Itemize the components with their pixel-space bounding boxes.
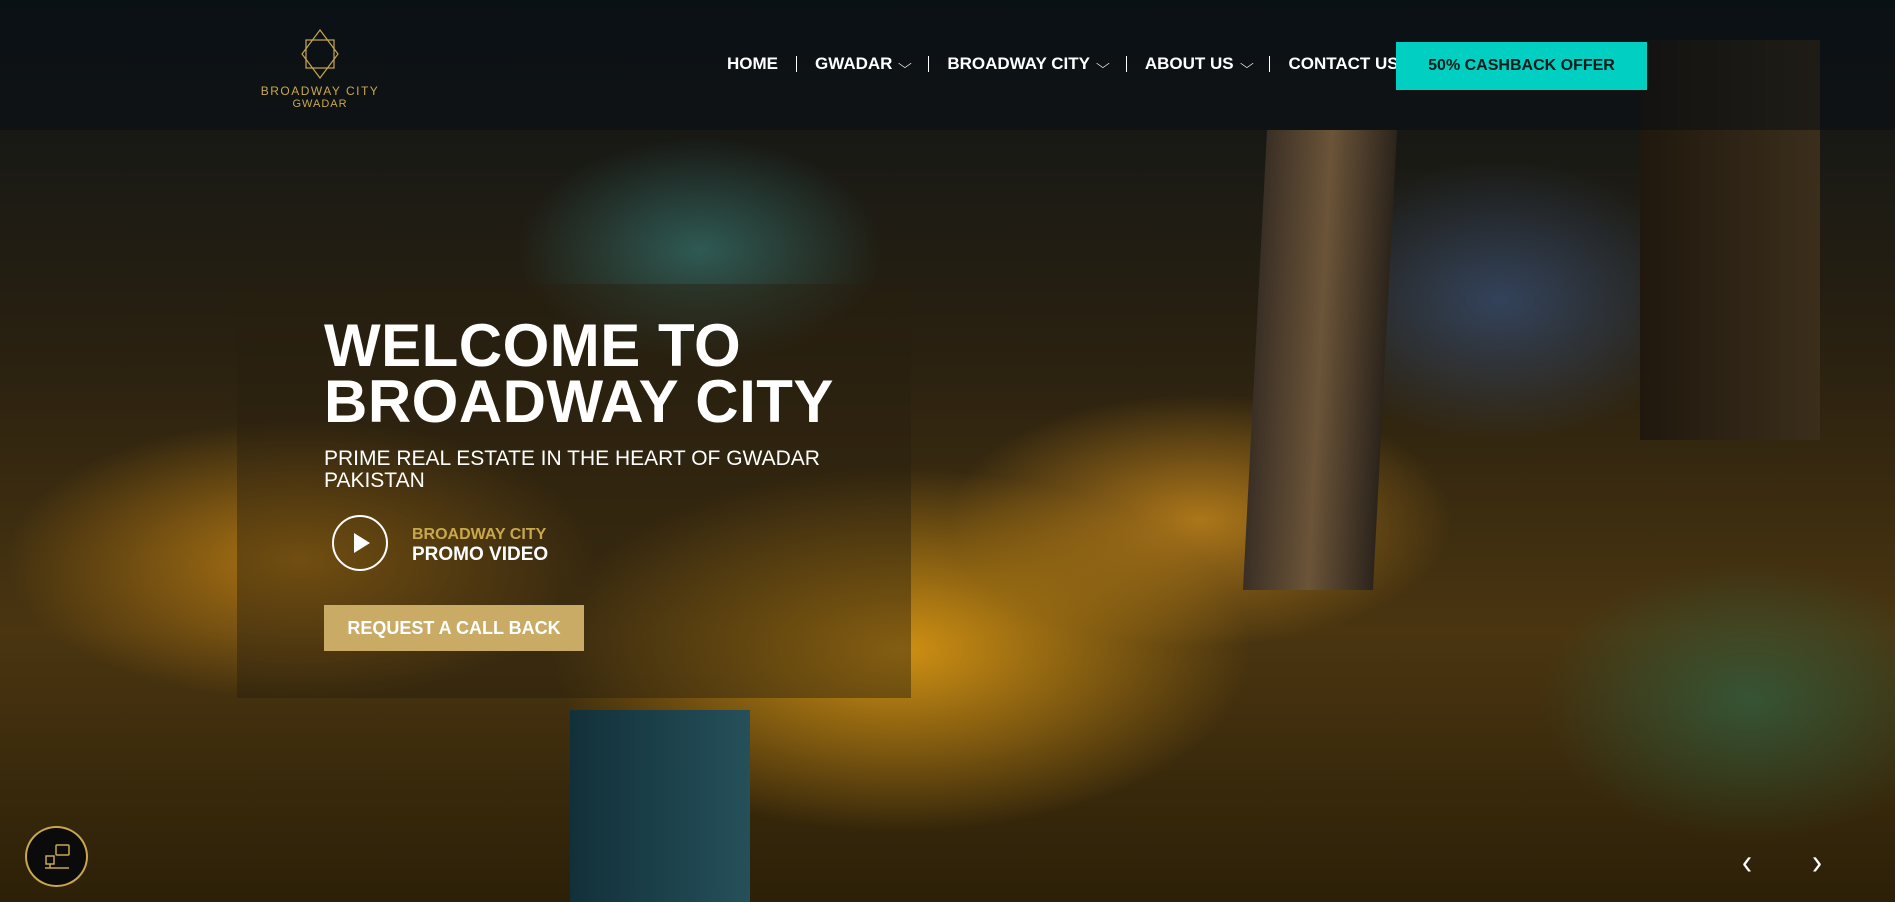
divider	[928, 56, 930, 72]
slider-next-arrow[interactable]: ›	[1812, 843, 1822, 884]
chat-widget-button[interactable]	[25, 826, 88, 887]
nav-home[interactable]: HOME	[727, 54, 778, 74]
divider	[1125, 56, 1127, 72]
chevron-down-icon: ⌵	[1095, 56, 1110, 71]
nav-label: HOME	[727, 54, 778, 73]
nav-label: ABOUT US	[1144, 54, 1234, 73]
nav-gwadar[interactable]: GWADAR ⌵	[815, 54, 913, 74]
nav-label: GWADAR	[815, 54, 893, 73]
header: BROADWAY CITY GWADAR HOME GWADAR ⌵ BROADW…	[0, 0, 1895, 130]
hero-title-line: BROADWAY CITY	[324, 368, 834, 435]
slider-prev-arrow[interactable]: ‹	[1742, 843, 1752, 884]
cashback-offer-button[interactable]: 50% CASHBACK OFFER	[1396, 42, 1647, 90]
nav-about-us[interactable]: ABOUT US ⌵	[1144, 54, 1254, 74]
skyscraper	[570, 710, 750, 902]
chat-agent-icon	[44, 843, 70, 869]
divider	[1269, 56, 1271, 72]
request-call-back-button[interactable]: REQUEST A CALL BACK	[324, 605, 584, 651]
nav-label: BROADWAY CITY	[947, 54, 1090, 73]
hero-subtitle-line: PAKISTAN	[324, 469, 425, 492]
promo-title: PROMO VIDEO	[412, 544, 549, 565]
nav-contact-us[interactable]: CONTACT US	[1288, 54, 1398, 74]
logo-text: BROADWAY CITY	[260, 84, 380, 98]
hero-subtitle: PRIME REAL ESTATE IN THE HEART OF GWADAR…	[324, 448, 844, 492]
play-icon	[354, 533, 370, 553]
hero-title-line: WELCOME TO	[324, 312, 742, 379]
logo-diamond-icon	[301, 29, 339, 79]
logo[interactable]: BROADWAY CITY GWADAR	[255, 28, 385, 110]
promo-video-link[interactable]: BROADWAY CITY PROMO VIDEO	[412, 526, 548, 566]
hero-subtitle-line: PRIME REAL ESTATE IN THE HEART OF GWADAR	[324, 447, 820, 470]
chevron-down-icon: ⌵	[1239, 56, 1254, 71]
main-nav: HOME GWADAR ⌵ BROADWAY CITY ⌵ ABOUT US ⌵ CO…	[727, 54, 1399, 74]
play-video-button[interactable]	[332, 515, 388, 571]
hero-title: WELCOME TO BROADWAY CITY	[324, 312, 834, 435]
logo-subtext: GWADAR	[292, 98, 348, 110]
divider	[796, 56, 797, 72]
promo-label: BROADWAY CITY	[412, 526, 547, 543]
nav-broadway-city[interactable]: BROADWAY CITY ⌵	[947, 54, 1110, 74]
nav-label: CONTACT US	[1288, 54, 1399, 73]
chevron-down-icon: ⌵	[898, 56, 913, 71]
skyscraper	[1242, 130, 1398, 590]
